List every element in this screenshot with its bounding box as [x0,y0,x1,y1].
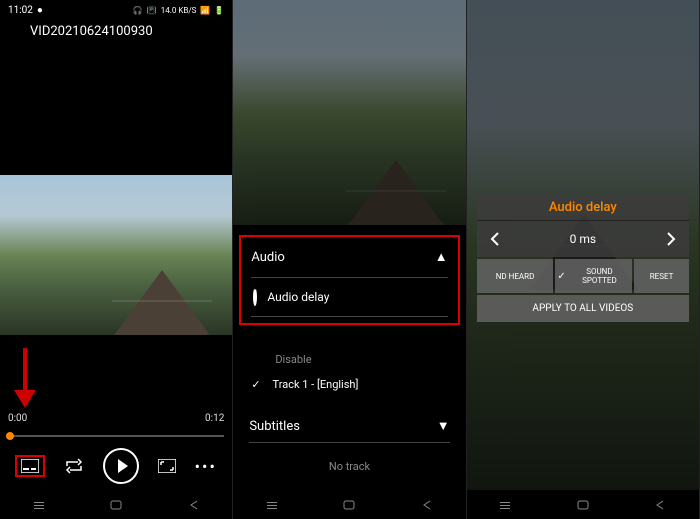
more-options-button[interactable]: ••• [195,457,217,476]
delay-title: Audio delay [477,195,689,221]
delay-control-panel: Audio delay 0 ms ND HEARD SOUND SPOTTED … [477,195,689,322]
nav-home-button[interactable] [340,498,358,512]
subtitles-section-header[interactable]: Subtitles ▼ [249,410,449,443]
play-button[interactable] [103,448,139,484]
audio-section-header[interactable]: Audio ▲ [251,249,447,278]
signal-icon: 📶 [200,6,210,15]
vibrate-icon: 📳 [147,6,157,15]
video-frame-dimmed [233,0,465,225]
duration-time: 0:12 [205,413,224,424]
nav-back-button[interactable] [185,498,203,512]
messenger-icon: ● [37,5,43,16]
increase-delay-button[interactable] [653,221,689,257]
video-frame[interactable] [0,175,232,335]
battery-icon: 🔋 [214,6,224,15]
delay-value-row: 0 ms [477,221,689,257]
audio-delay-panel: Audio delay 0 ms ND HEARD SOUND SPOTTED … [467,0,700,519]
player-main-panel: 11:02 ● 🎧 📳 14.0 KB/S 📶 🔋 VID20210624100… [0,0,233,519]
no-track-label: No track [233,460,465,473]
reset-button[interactable]: RESET [634,259,689,293]
audio-delay-row[interactable]: Audio delay [251,278,447,317]
nav-back-button[interactable] [418,498,436,512]
expand-icon: ▼ [437,418,450,434]
status-bar: 11:02 ● 🎧 📳 14.0 KB/S 📶 🔋 [0,0,232,20]
android-nav-bar [233,493,465,517]
track-1-row[interactable]: ✓ Track 1 - [English] [249,370,449,399]
video-title: VID20210624100930 [0,20,232,43]
repeat-button[interactable] [64,458,84,474]
subtitle-tracks-button[interactable] [15,455,45,477]
replay-icon [253,290,257,304]
android-nav-bar [0,493,232,517]
nav-back-button[interactable] [651,498,669,512]
nav-home-button[interactable] [107,498,125,512]
audio-menu-highlight: Audio ▲ Audio delay [239,235,459,325]
nav-recent-button[interactable] [263,498,281,512]
nav-recent-button[interactable] [496,498,514,512]
collapse-icon: ▲ [435,249,448,265]
check-icon [557,271,565,282]
nav-home-button[interactable] [574,498,592,512]
time-bar: 0:00 0:12 [8,413,224,424]
seek-bar[interactable] [8,435,224,437]
player-controls: ••• [0,448,232,484]
annotation-arrow [14,348,34,413]
aspect-ratio-button[interactable] [158,459,176,473]
delay-value: 0 ms [513,221,653,257]
disable-track-row[interactable]: Disable [249,343,311,366]
audio-menu-panel: Audio ▲ Audio delay Disable ✓ Track 1 - … [233,0,466,519]
apply-all-button[interactable]: APPLY TO ALL VIDEOS [477,295,689,322]
sound-spotted-button[interactable]: SOUND SPOTTED [555,259,632,293]
status-time: 11:02 [8,5,33,16]
android-nav-bar [467,493,699,517]
headphone-icon: 🎧 [133,6,143,15]
check-icon: ✓ [251,378,260,391]
audio-header-label: Audio [251,250,284,265]
audio-delay-label: Audio delay [267,290,329,304]
current-time: 0:00 [8,413,27,424]
subtitles-label: Subtitles [249,419,300,434]
nav-recent-button[interactable] [30,498,48,512]
seek-thumb[interactable] [6,432,14,440]
track-1-label: Track 1 - [English] [273,378,359,391]
decrease-delay-button[interactable] [477,221,513,257]
sound-heard-button[interactable]: ND HEARD [477,259,554,293]
net-speed: 14.0 KB/S [161,6,197,15]
